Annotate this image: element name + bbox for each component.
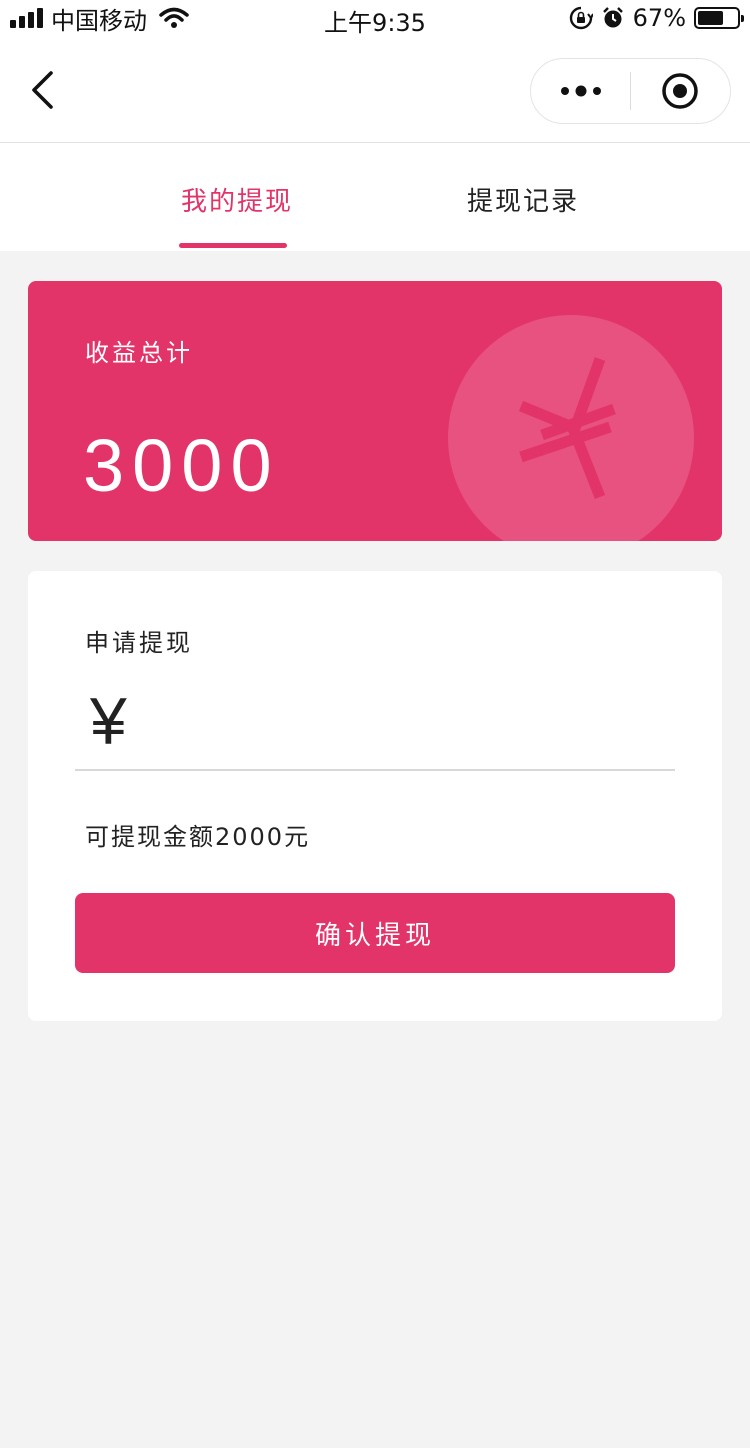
signal-icon bbox=[10, 8, 43, 28]
status-bar-right: 67% bbox=[569, 0, 744, 36]
more-button[interactable] bbox=[531, 59, 630, 123]
orientation-lock-icon bbox=[569, 6, 593, 30]
withdraw-amount-input[interactable] bbox=[158, 691, 668, 761]
wifi-icon bbox=[159, 7, 189, 28]
status-bar: 中国移动 上午9:35 67% bbox=[0, 0, 750, 37]
battery-icon bbox=[694, 7, 744, 29]
withdraw-card: 申请提现 ¥ 可提现金额2000元 确认提现 bbox=[28, 571, 722, 1021]
apply-withdraw-title: 申请提现 bbox=[85, 629, 193, 657]
battery-percent: 67% bbox=[632, 4, 686, 32]
close-miniprogram-button[interactable] bbox=[631, 59, 730, 123]
battery-fill bbox=[698, 11, 724, 25]
tab-bar: 我的提现 提现记录 bbox=[0, 143, 750, 251]
tab-withdraw-record[interactable]: 提现记录 bbox=[467, 181, 579, 218]
input-underline bbox=[75, 769, 675, 771]
income-label: 收益总计 bbox=[85, 339, 193, 367]
back-button[interactable] bbox=[22, 66, 62, 114]
target-circle-icon bbox=[662, 73, 699, 109]
active-tab-indicator bbox=[179, 243, 287, 248]
miniprogram-capsule bbox=[530, 58, 731, 124]
confirm-withdraw-button[interactable]: 确认提现 bbox=[75, 893, 675, 973]
status-bar-left: 中国移动 bbox=[10, 0, 189, 36]
more-dots-icon bbox=[560, 85, 601, 97]
currency-symbol: ¥ bbox=[90, 684, 127, 758]
alarm-icon bbox=[602, 7, 623, 28]
income-card: 收益总计 3000 bbox=[28, 281, 722, 541]
chevron-left-icon bbox=[32, 71, 53, 109]
tab-my-withdraw[interactable]: 我的提现 bbox=[181, 181, 293, 218]
yen-coin-icon bbox=[448, 315, 694, 541]
available-amount-text: 可提现金额2000元 bbox=[85, 823, 311, 851]
income-value: 3000 bbox=[83, 424, 280, 507]
nav-bar bbox=[0, 36, 750, 143]
carrier-name: 中国移动 bbox=[51, 6, 147, 35]
